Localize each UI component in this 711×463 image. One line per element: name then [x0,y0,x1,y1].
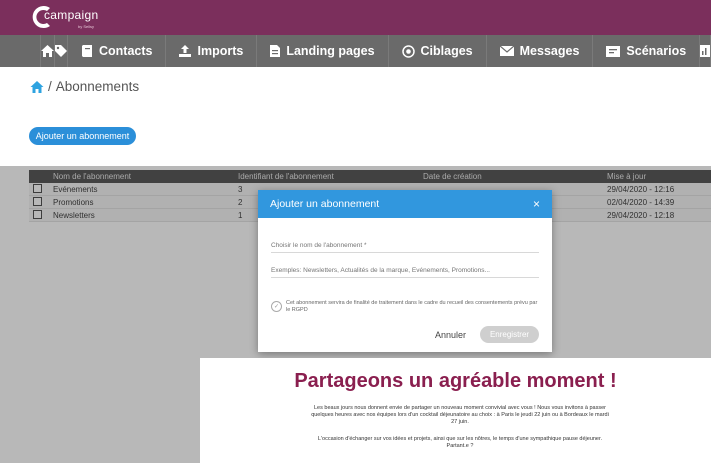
save-button[interactable]: Enregistrer [480,326,539,343]
nav-label: Ciblages [420,44,473,58]
page-icon [270,45,281,57]
nav-label: Scénarios [626,44,687,58]
gdpr-consent[interactable]: ✓ Cet abonnement servira de finalité de … [271,300,539,314]
nav-tags[interactable] [55,35,68,67]
nav-home[interactable] [40,35,55,67]
add-subscription-button[interactable]: Ajouter un abonnement [29,127,136,145]
preview-paragraph: Les beaux jours nous donnent envie de pa… [311,405,609,425]
email-preview: Partageons un agréable moment ! Les beau… [200,358,711,463]
chart-icon [700,45,711,57]
nav-ciblages[interactable]: Ciblages [389,35,487,67]
nav-messages[interactable]: Messages [487,35,594,67]
home-icon [41,45,54,57]
logo-subtext: by Sellsy [78,24,95,29]
top-bar: campaign by Sellsy [0,0,711,35]
logo-text[interactable]: campaign [44,8,98,22]
subscription-examples-input[interactable] [271,265,539,278]
nav-label: Messages [519,44,580,58]
scenario-icon [606,45,621,57]
close-icon[interactable]: × [533,197,540,211]
nav-scenarios[interactable]: Scénarios [593,35,701,67]
modal-header: Ajouter un abonnement × [258,190,552,218]
nav-label: Imports [197,44,244,58]
nav-label: Landing pages [286,44,375,58]
modal-title: Ajouter un abonnement [270,198,380,210]
cancel-button[interactable]: Annuler [435,330,466,340]
home-icon[interactable] [30,80,44,93]
contacts-book-icon [82,45,92,57]
subscription-name-input[interactable] [271,240,539,253]
tag-icon [55,45,67,57]
nav-imports[interactable]: Imports [166,35,258,67]
nav-stats[interactable] [700,35,711,67]
nav-contacts[interactable]: Contacts [68,35,167,67]
target-icon [401,44,415,58]
main-nav: Contacts Imports Landing pages Ciblages … [0,35,711,67]
upload-icon [179,45,192,57]
add-subscription-modal: Ajouter un abonnement × ✓ Cet abonnement… [258,190,552,352]
breadcrumb: / Abonnements [30,79,139,94]
preview-title: Partageons un agréable moment ! [294,370,617,392]
consent-text: Cet abonnement servira de finalité de tr… [286,300,538,313]
consent-checkbox[interactable]: ✓ [271,301,282,312]
page-title: Abonnements [55,79,140,94]
breadcrumb-separator: / [48,79,52,94]
envelope-icon [499,46,514,56]
nav-landing-pages[interactable]: Landing pages [257,35,389,67]
preview-paragraph: L'occasion d'échanger sur vos idées et p… [317,436,603,449]
nav-label: Contacts [99,44,153,58]
